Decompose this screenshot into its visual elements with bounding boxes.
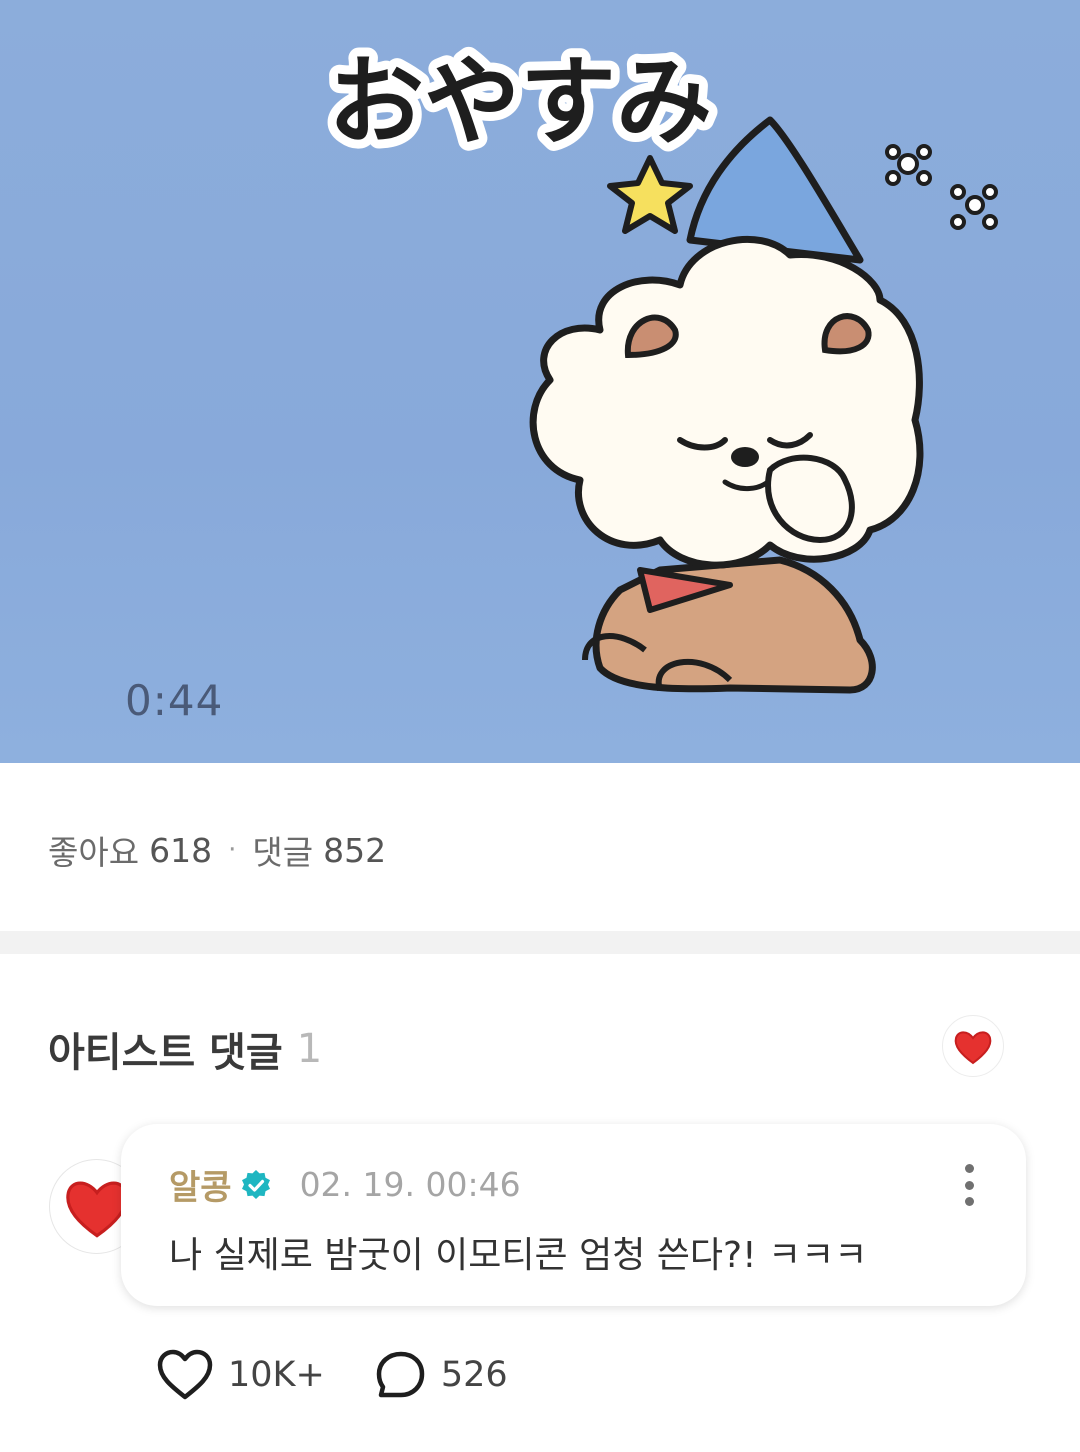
stats-separator: · xyxy=(228,835,237,865)
video-timestamp: 0:44 xyxy=(125,676,224,725)
verified-badge-icon xyxy=(241,1169,270,1199)
artist-comments-label: 아티스트 댓글 xyxy=(48,1030,283,1076)
star-icon xyxy=(607,155,693,234)
comments-count: 852 xyxy=(323,830,387,870)
comment-date: 02. 19. 00:46 xyxy=(299,1165,521,1204)
comment-author[interactable]: 알콩 xyxy=(169,1160,232,1209)
right-ear xyxy=(821,313,872,355)
reply-button[interactable]: 526 xyxy=(375,1349,508,1401)
heart-outline-icon xyxy=(157,1349,213,1400)
puppy-body xyxy=(582,556,876,694)
comment-body: 나 실제로 밤굿이 이모티콘 엄청 쓴다?! ㅋㅋㅋ xyxy=(169,1235,868,1276)
artist-comments-title: 아티스트 댓글 1 xyxy=(48,1020,322,1078)
comment-header: 알콩 02. 19. 00:46 xyxy=(169,1160,521,1209)
night-cap-icon xyxy=(686,116,864,264)
post-stats: 좋아요 618 · 댓글 852 xyxy=(48,826,386,874)
speech-bubble-icon xyxy=(376,1351,425,1398)
sticker-illustration: おやすみ おやすみ xyxy=(319,37,998,694)
red-heart-icon xyxy=(954,1031,992,1065)
likes-label: 좋아요 xyxy=(48,833,140,872)
artist-comments-count: 1 xyxy=(296,1026,323,1072)
like-count: 10K+ xyxy=(228,1355,325,1395)
puppy-head xyxy=(529,236,924,569)
comments-label: 댓글 xyxy=(252,833,314,872)
like-button[interactable]: 10K+ xyxy=(156,1348,325,1402)
comment-card: 알콩 02. 19. 00:46 나 실제로 밤굿이 이모티콘 엄청 쓴다?! … xyxy=(121,1124,1026,1306)
sparkle-icon xyxy=(885,144,998,230)
likes-count: 618 xyxy=(149,830,213,870)
section-divider xyxy=(0,931,1080,954)
caption-text: おやすみ xyxy=(328,46,712,158)
artist-heart-badge[interactable] xyxy=(942,1015,1004,1077)
comment-actions: 10K+ 526 xyxy=(156,1348,508,1402)
video-player[interactable]: おやすみ おやすみ 0:44 xyxy=(0,0,1080,763)
reply-count: 526 xyxy=(440,1355,508,1395)
nose xyxy=(731,447,759,467)
more-vertical-icon[interactable] xyxy=(962,1164,976,1206)
